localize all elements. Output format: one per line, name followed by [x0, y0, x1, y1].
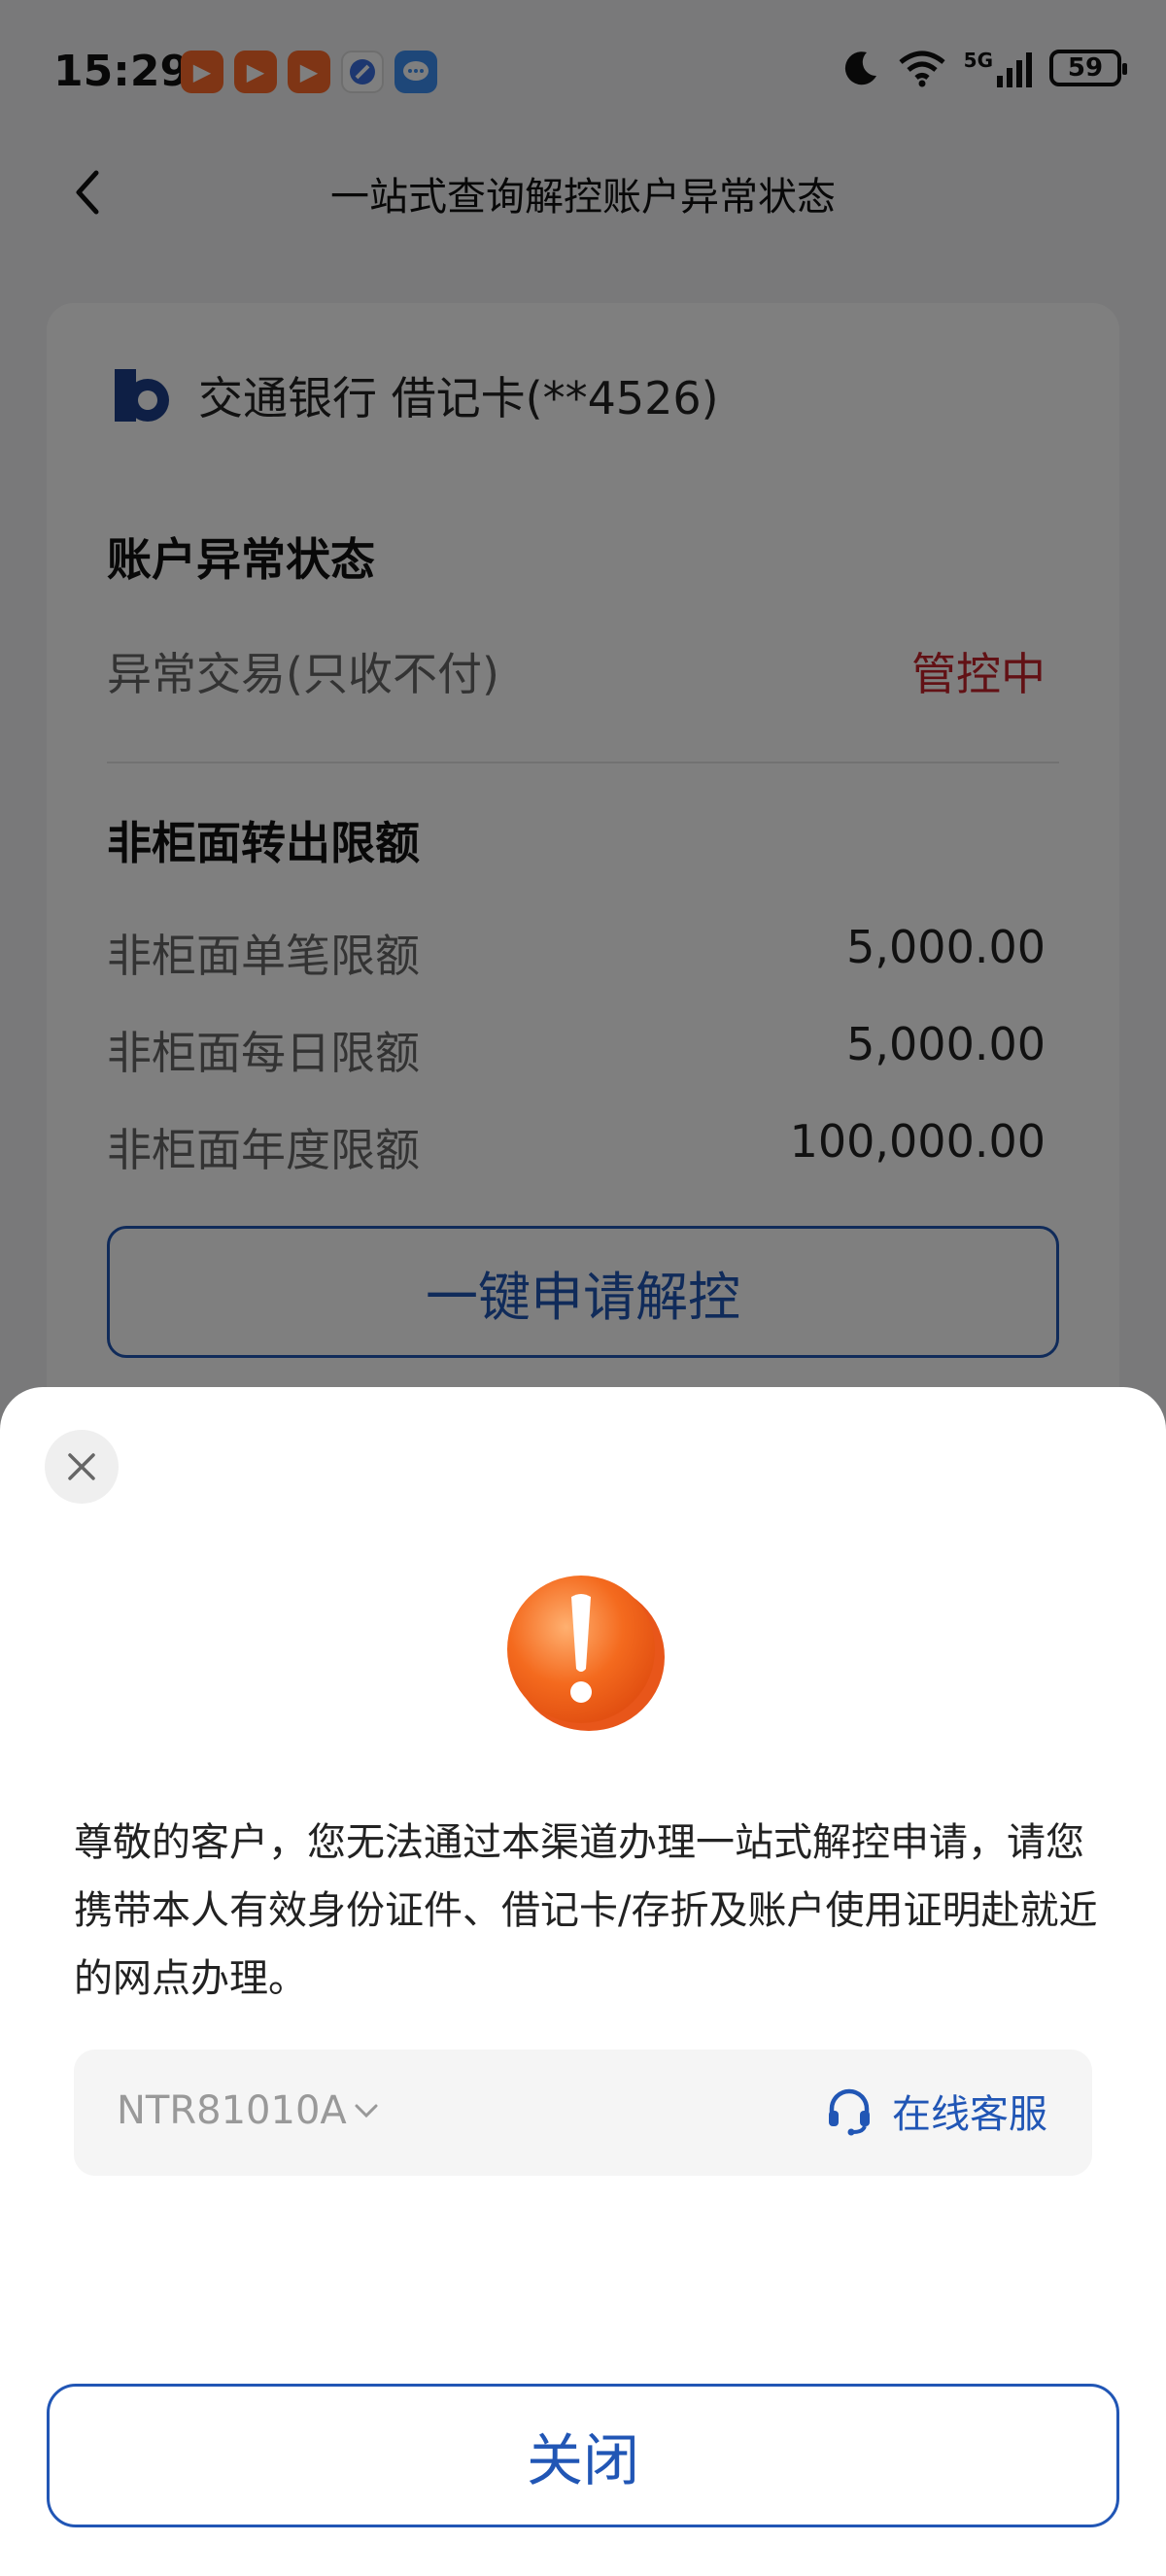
chevron-down-icon	[355, 2104, 378, 2118]
error-code-dropdown[interactable]: NTR81010A	[117, 2088, 380, 2133]
bottom-sheet-dialog: 尊敬的客户，您无法通过本渠道办理一站式解控申请，请您携带本人有效身份证件、借记卡…	[0, 1387, 1166, 2576]
close-button[interactable]: 关闭	[47, 2384, 1119, 2527]
dialog-close-icon-button[interactable]	[45, 1430, 119, 1504]
online-service-link[interactable]: 在线客服	[824, 2083, 1047, 2139]
headset-icon	[829, 2088, 870, 2136]
close-icon	[68, 1453, 95, 1480]
warning-icon	[507, 1576, 665, 1731]
info-bar: NTR81010A 在线客服	[74, 2050, 1092, 2176]
dialog-message: 尊敬的客户，您无法通过本渠道办理一站式解控申请，请您携带本人有效身份证件、借记卡…	[74, 1820, 1098, 2001]
online-service-label: 在线客服	[892, 2092, 1047, 2137]
error-code: NTR81010A	[117, 2088, 347, 2133]
